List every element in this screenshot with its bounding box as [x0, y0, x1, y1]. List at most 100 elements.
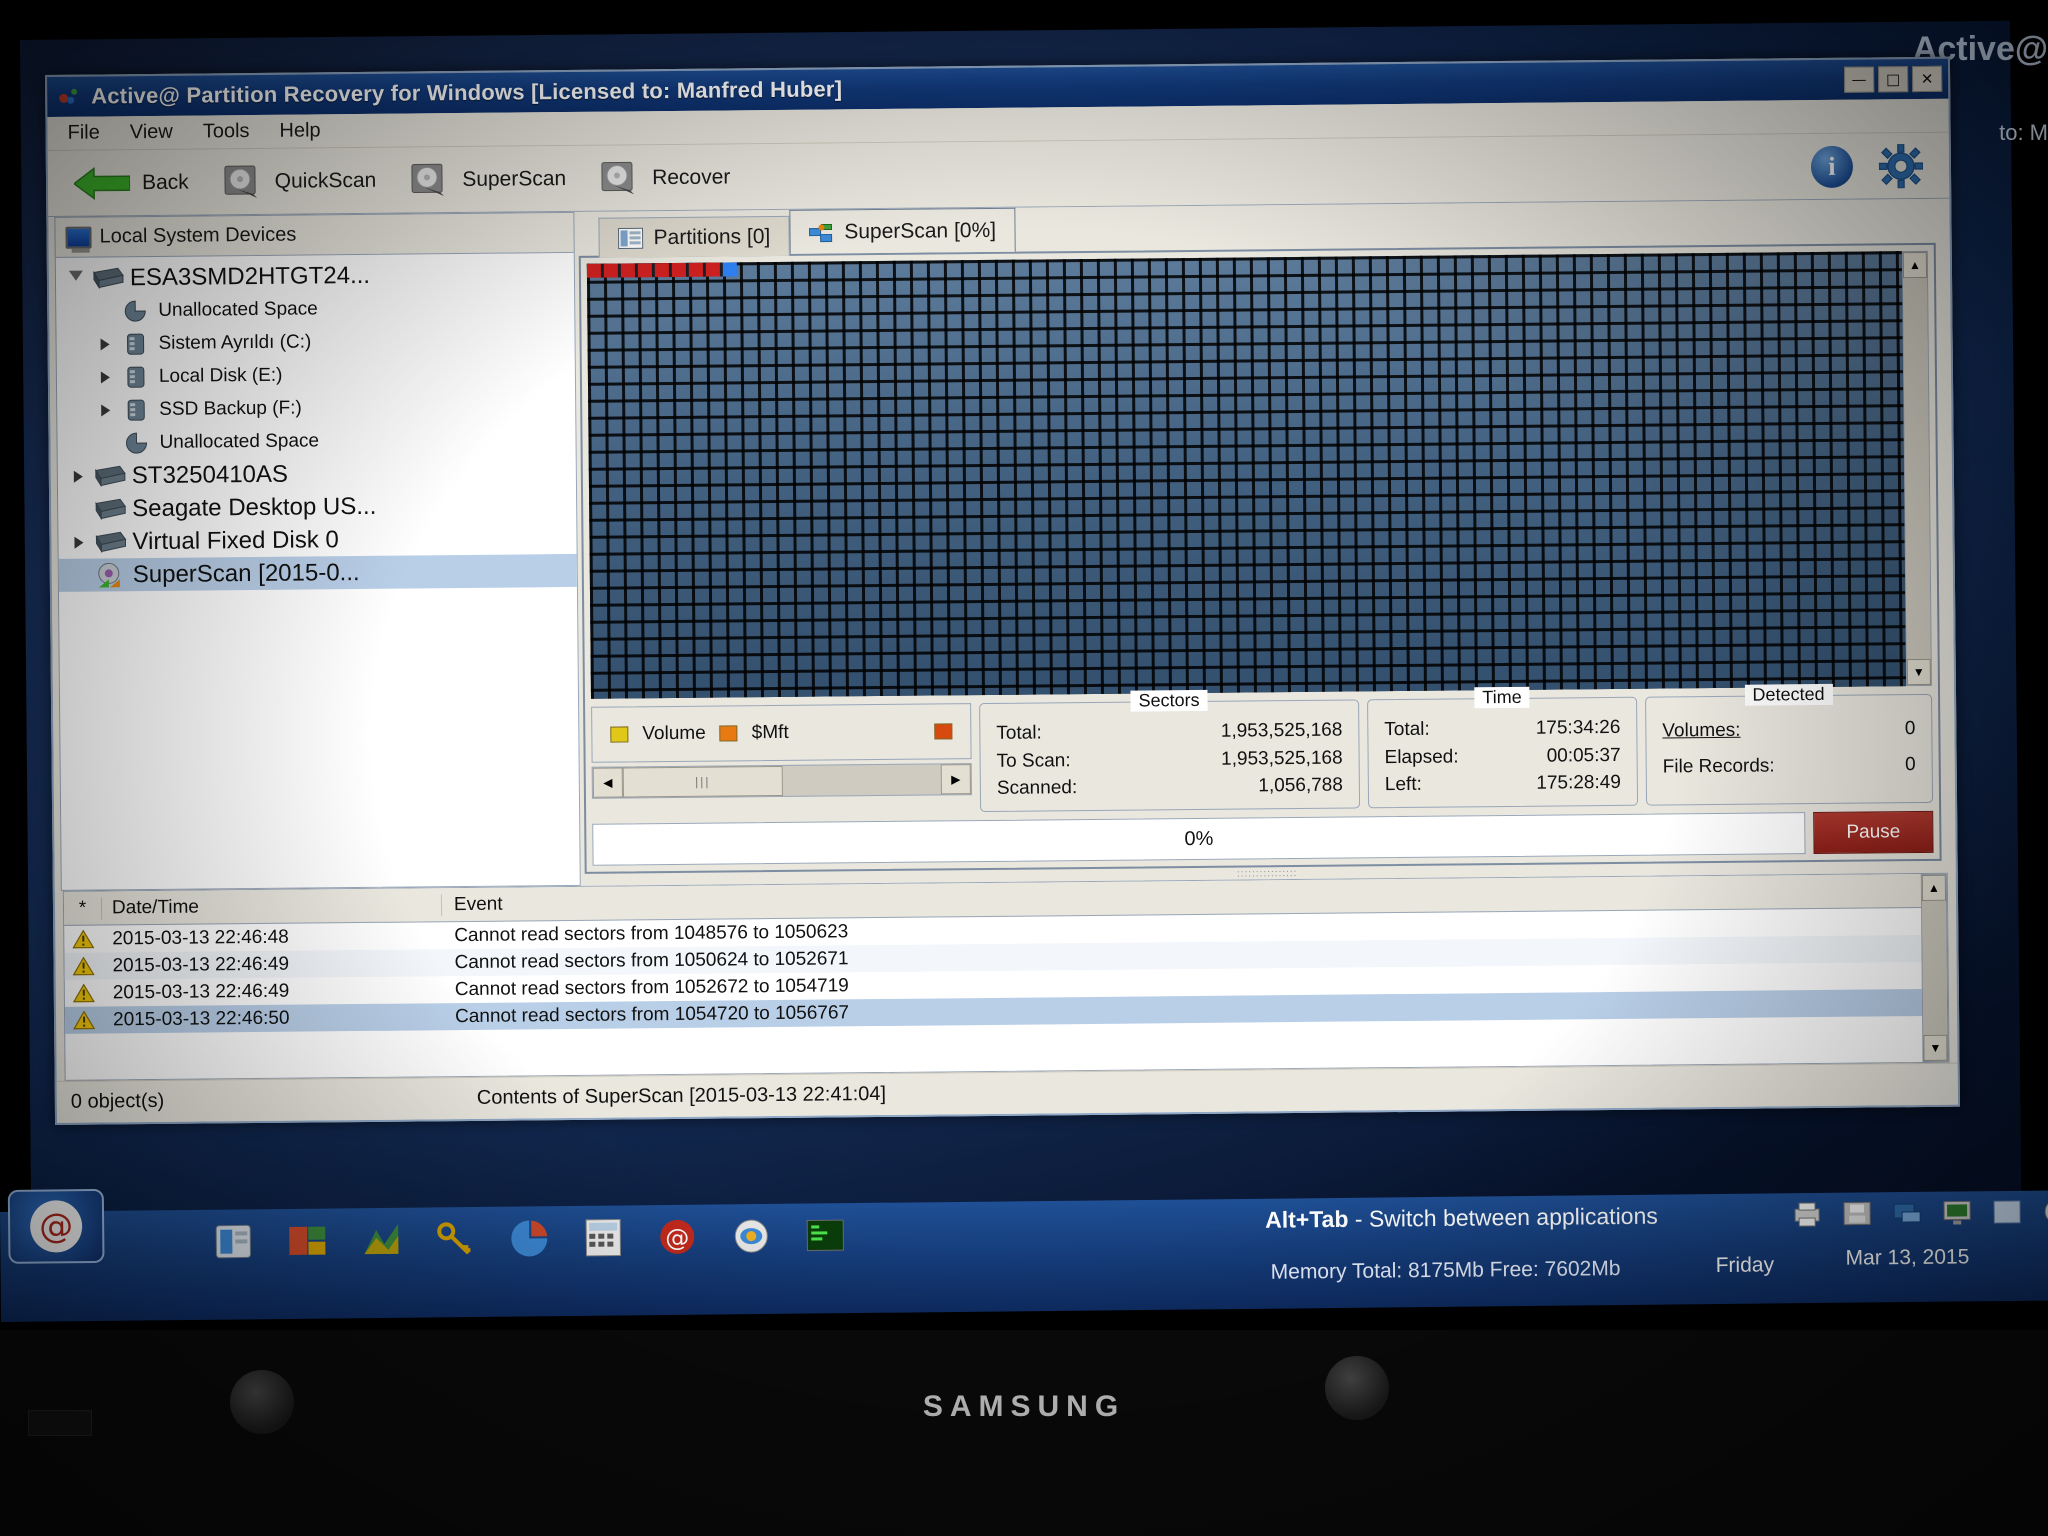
volume-icon [119, 396, 153, 422]
status-contents: Contents of SuperScan [2015-03-13 22:41:… [476, 1082, 887, 1109]
tab-partitions[interactable]: Partitions [0] [598, 215, 790, 258]
tree-item-seagate-desktop-usb[interactable]: Seagate Desktop US... [58, 488, 576, 526]
time-left-key: Left: [1384, 774, 1422, 796]
storage-icon[interactable] [1840, 1198, 1874, 1228]
sectors-toscan-value: 1,953,525,168 [1221, 747, 1343, 770]
expand-twisty-closed[interactable] [91, 337, 119, 350]
scroll-down-button[interactable]: ▼ [1906, 659, 1931, 686]
scroll-thumb[interactable]: ||| [622, 766, 783, 798]
tree-item-local-disk-e[interactable]: Local Disk (E:) [57, 356, 575, 394]
tree-item-label: ST3250410AS [131, 460, 289, 489]
detected-volumes-value: 0 [1904, 718, 1916, 740]
expand-twisty-closed[interactable] [64, 536, 92, 549]
recover-label: Recover [652, 164, 731, 189]
calculator-icon[interactable] [580, 1215, 626, 1259]
tree-item-esa3smd2htgt24[interactable]: ESA3SMD2HTGT24... [56, 257, 574, 295]
tree-item-unallocated-space-1[interactable]: Unallocated Space [56, 290, 574, 328]
toolbar-right-group: i [1810, 143, 1949, 189]
column-header-event[interactable]: Event [442, 893, 503, 916]
active-logo-icon: @ [29, 1200, 83, 1253]
hard-disk-icon [223, 163, 263, 199]
time-elapsed-row: Elapsed: 00:05:37 [1384, 742, 1621, 772]
mail-at-icon[interactable]: @ [654, 1215, 700, 1259]
network-icon[interactable] [1890, 1198, 1924, 1228]
svg-text:@: @ [665, 1224, 689, 1252]
expand-twisty-closed[interactable] [91, 370, 119, 383]
warning-icon [64, 929, 102, 949]
superscan-button[interactable]: SuperScan [402, 149, 592, 209]
close-button[interactable]: ✕ [1912, 65, 1943, 93]
maximize-button[interactable]: □ [1878, 66, 1909, 93]
main-content: Local System Devices ESA3SMD2HTGT24... U… [48, 198, 1956, 891]
device-tree-panel: Local System Devices ESA3SMD2HTGT24... U… [54, 211, 581, 891]
chart-icon[interactable] [358, 1218, 404, 1262]
gear-icon[interactable] [1878, 143, 1924, 189]
window-icon[interactable] [1990, 1197, 2024, 1227]
quickscan-label: QuickScan [274, 168, 377, 193]
office-icon[interactable] [284, 1219, 330, 1263]
legend-swatch-mft [719, 725, 738, 742]
quickscan-button[interactable]: QuickScan [214, 151, 402, 211]
scroll-left-button[interactable]: ◀ [592, 767, 623, 799]
sectors-scanned-value: 1,056,788 [1258, 775, 1343, 797]
column-header-datetime[interactable]: Date/Time [101, 893, 443, 919]
keys-icon[interactable] [432, 1217, 478, 1261]
sectors-group: Sectors Total: 1,953,525,168 To Scan: 1,… [979, 690, 1361, 813]
tree-item-virtual-fixed-disk-0[interactable]: Virtual Fixed Disk 0 [58, 521, 576, 559]
expand-twisty-closed[interactable] [64, 470, 92, 483]
pause-button[interactable]: Pause [1813, 810, 1934, 855]
detected-filerecords-row: File Records: 0 [1663, 748, 1916, 787]
scroll-track[interactable] [1922, 900, 1948, 1036]
menu-item-file[interactable]: File [67, 121, 99, 144]
log-datetime: 2015-03-13 22:46:49 [112, 953, 290, 976]
explorer-icon[interactable] [210, 1219, 256, 1263]
local-system-devices-header: Local System Devices [54, 211, 575, 257]
detected-volumes-row: Volumes: 0 [1662, 711, 1915, 750]
device-tree[interactable]: ESA3SMD2HTGT24... Unallocated Space Sist… [54, 251, 581, 891]
menu-item-view[interactable]: View [130, 121, 173, 144]
sector-map[interactable] [586, 251, 1906, 700]
detected-volumes-key[interactable]: Volumes: [1662, 713, 1740, 750]
minimize-button[interactable]: — [1844, 66, 1875, 93]
detected-filerecords-value: 0 [1905, 754, 1916, 776]
event-log-scrollbar[interactable]: ▲ ▼ [1920, 873, 1949, 1063]
scroll-up-button[interactable]: ▲ [1902, 251, 1928, 279]
monitor-icon[interactable] [1940, 1197, 1974, 1227]
column-header-flag[interactable]: * [63, 896, 103, 920]
tree-item-unallocated-space-2[interactable]: Unallocated Space [57, 422, 575, 460]
clock-icon[interactable] [2040, 1196, 2048, 1226]
log-event: Cannot read sectors from 1048576 to 1050… [454, 920, 849, 946]
menu-item-help[interactable]: Help [279, 119, 320, 142]
legend-row: Volume $Mft [591, 703, 972, 764]
expand-twisty-open[interactable] [62, 270, 90, 287]
scroll-down-button[interactable]: ▼ [1923, 1034, 1948, 1062]
sector-map-scrollbar[interactable]: ▲ ▼ [1901, 250, 1932, 687]
tree-item-ssd-backup-f[interactable]: SSD Backup (F:) [57, 389, 575, 427]
scroll-up-button[interactable]: ▲ [1921, 874, 1947, 902]
legend-horizontal-scrollbar[interactable]: ◀ ||| ▶ [591, 763, 972, 800]
expand-twisty-closed[interactable] [91, 403, 119, 416]
tree-item-superscan[interactable]: SuperScan [2015-0... [58, 553, 577, 592]
event-log-table[interactable]: * Date/Time Event 2015-03-13 22:46:48 Ca… [63, 874, 1923, 1080]
printer-icon[interactable] [1790, 1199, 1824, 1229]
scroll-track[interactable] [783, 765, 941, 797]
scroll-track[interactable] [1903, 277, 1931, 660]
info-icon[interactable]: i [1810, 145, 1854, 188]
sectors-total-value: 1,953,525,168 [1220, 719, 1343, 743]
back-button[interactable]: Back [66, 153, 215, 212]
time-elapsed-key: Elapsed: [1384, 746, 1459, 769]
terminal-icon[interactable] [802, 1213, 848, 1257]
time-group: Time Total: 175:34:26 Elapsed: 00:05:37 … [1367, 687, 1639, 809]
monitor-bezel: SAMSUNG [0, 1330, 2048, 1536]
tree-item-sistem-ayrildi-c[interactable]: Sistem Ayrıldı (C:) [56, 323, 574, 361]
pie-chart-icon[interactable] [506, 1216, 552, 1260]
scroll-right-button[interactable]: ▶ [940, 764, 971, 795]
menu-item-tools[interactable]: Tools [203, 120, 250, 143]
tree-item-st3250410as[interactable]: ST3250410AS [58, 455, 576, 493]
recover-button[interactable]: Recover [592, 148, 757, 208]
start-button[interactable]: @ [7, 1188, 105, 1264]
browser-icon[interactable] [728, 1214, 774, 1258]
tab-superscan[interactable]: SuperScan [0%] [789, 207, 1016, 254]
tab-partitions-label: Partitions [0] [653, 224, 771, 249]
alt-tab-text: - Switch between applications [1354, 1202, 1658, 1232]
